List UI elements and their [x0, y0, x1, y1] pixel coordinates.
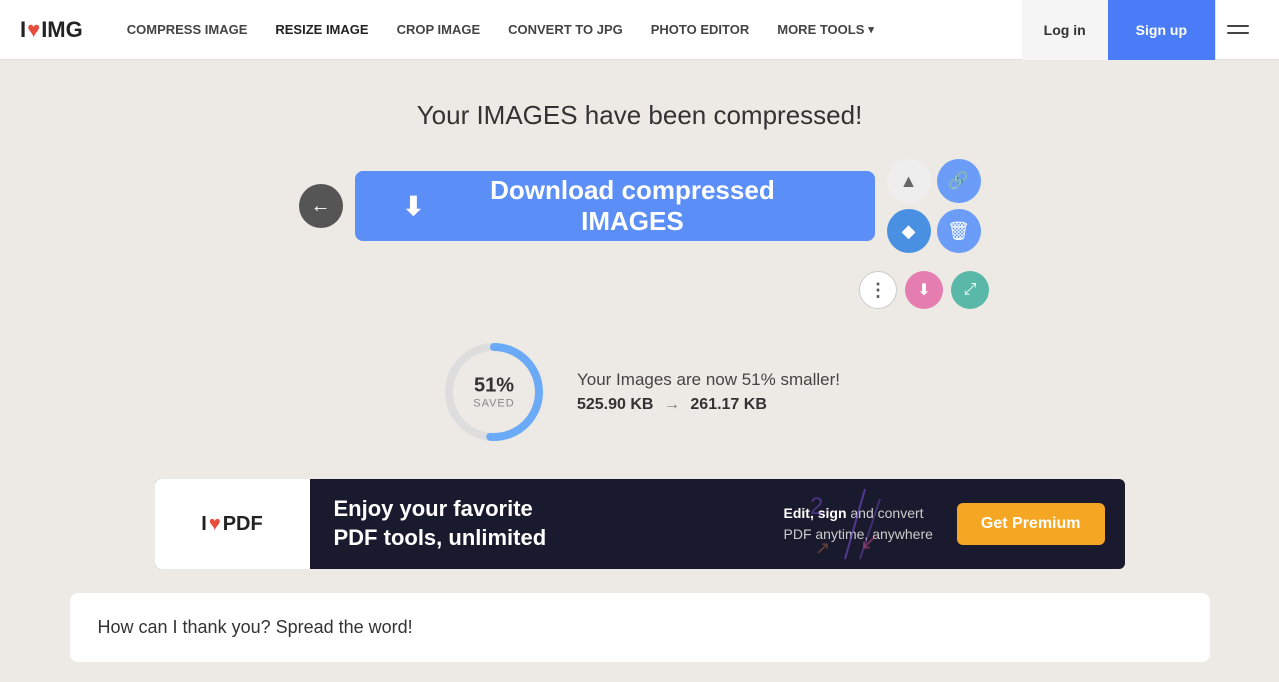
delete-button[interactable]: 🗑 [937, 209, 981, 253]
compressed-size: 261.17 KB [690, 396, 767, 413]
main-content: Your IMAGES have been compressed! ← ⬇ Do… [0, 60, 1279, 682]
logo-i: I [20, 17, 26, 43]
save-to-drive-button[interactable]: ▲ [887, 159, 931, 203]
ad-logo-i: I [201, 513, 207, 536]
more-options-button[interactable]: ⋮ [859, 271, 897, 309]
small-resize-button[interactable]: ⤢ [951, 271, 989, 309]
stats-sizes: 525.90 KB → 261.17 KB [577, 396, 840, 414]
hamburger-line [1227, 32, 1249, 34]
get-premium-button[interactable]: Get Premium [957, 503, 1105, 545]
nav-crop-image[interactable]: CROP IMAGE [383, 22, 495, 37]
hamburger-line [1227, 25, 1249, 27]
logo-heart-icon: ♥ [27, 17, 40, 43]
dots-icon: ⋮ [869, 280, 887, 301]
action-icons-top-row: ▲ 🔗 [887, 159, 981, 203]
small-download-button[interactable]: ⬇ [905, 271, 943, 309]
arrow-icon: → [664, 396, 684, 413]
ad-sub-bold: Edit, sign [784, 505, 847, 521]
ad-title-line1: Enjoy your favorite [334, 495, 736, 524]
menu-hamburger[interactable] [1215, 0, 1259, 60]
ad-logo: I ♥ PDF [155, 479, 310, 569]
navbar: I ♥ IMG COMPRESS IMAGE RESIZE IMAGE CROP… [0, 0, 1279, 60]
back-button[interactable]: ← [299, 184, 343, 228]
spread-title: How can I thank you? Spread the word! [98, 617, 413, 637]
small-download-icon: ⬇ [917, 280, 930, 300]
stats-description: Your Images are now 51% smaller! [577, 370, 840, 390]
link-icon: 🔗 [948, 171, 969, 191]
ad-title-line2: PDF tools, unlimited [334, 524, 736, 553]
nav-links: COMPRESS IMAGE RESIZE IMAGE CROP IMAGE C… [113, 22, 1022, 37]
signup-button[interactable]: Sign up [1108, 0, 1215, 60]
action-icons-bottom-row: ◆ 🗑 [887, 209, 981, 253]
page-title: Your IMAGES have been compressed! [417, 100, 863, 131]
login-button[interactable]: Log in [1022, 0, 1108, 60]
ad-sub-line1: Edit, sign and convert [784, 503, 933, 524]
download-button[interactable]: ⬇ Download compressed IMAGES [355, 171, 875, 241]
ad-banner: I ♥ PDF Enjoy your favorite PDF tools, u… [155, 479, 1125, 569]
percent-value: 51% [473, 375, 514, 398]
drive-icon: ▲ [900, 171, 918, 192]
nav-right: Log in Sign up [1022, 0, 1259, 60]
copy-link-button[interactable]: 🔗 [937, 159, 981, 203]
compression-circle: 51% SAVED [439, 337, 549, 447]
spread-box: How can I thank you? Spread the word! [70, 593, 1210, 662]
ad-sub-text: Edit, sign and convert PDF anytime, anyw… [760, 503, 957, 545]
ad-sub-line2: PDF anytime, anywhere [784, 524, 933, 545]
download-button-label: Download compressed IMAGES [438, 175, 826, 237]
nav-more-tools[interactable]: MORE TOOLS ▾ [763, 22, 888, 37]
chevron-down-icon: ▾ [868, 23, 874, 36]
save-to-dropbox-button[interactable]: ◆ [887, 209, 931, 253]
ad-logo-pdf: PDF [223, 513, 263, 536]
ad-logo-heart-icon: ♥ [209, 513, 221, 536]
logo-img: IMG [41, 17, 83, 43]
ad-sub-rest: and convert [850, 505, 923, 521]
download-icon: ⬇ [403, 191, 425, 222]
download-row: ← ⬇ Download compressed IMAGES ▲ 🔗 ◆ 🗑 [299, 159, 981, 253]
stats-row: 51% SAVED Your Images are now 51% smalle… [439, 337, 840, 447]
ad-text: Enjoy your favorite PDF tools, unlimited [310, 495, 760, 552]
nav-convert-to-jpg[interactable]: CONVERT TO JPG [494, 22, 637, 37]
small-action-row: ⋮ ⬇ ⤢ [859, 271, 989, 309]
nav-resize-image[interactable]: RESIZE IMAGE [261, 22, 382, 37]
circle-text: 51% SAVED [473, 375, 514, 410]
dropbox-icon: ◆ [902, 221, 916, 242]
nav-photo-editor[interactable]: PHOTO EDITOR [637, 22, 763, 37]
nav-compress-image[interactable]: COMPRESS IMAGE [113, 22, 262, 37]
action-icons: ▲ 🔗 ◆ 🗑 [887, 159, 981, 253]
logo[interactable]: I ♥ IMG [20, 17, 83, 43]
small-resize-icon: ⤢ [964, 281, 977, 299]
trash-icon: 🗑 [947, 221, 970, 242]
stats-text: Your Images are now 51% smaller! 525.90 … [577, 370, 840, 414]
back-arrow-icon: ← [311, 195, 331, 218]
original-size: 525.90 KB [577, 396, 654, 413]
saved-label: SAVED [473, 398, 514, 410]
